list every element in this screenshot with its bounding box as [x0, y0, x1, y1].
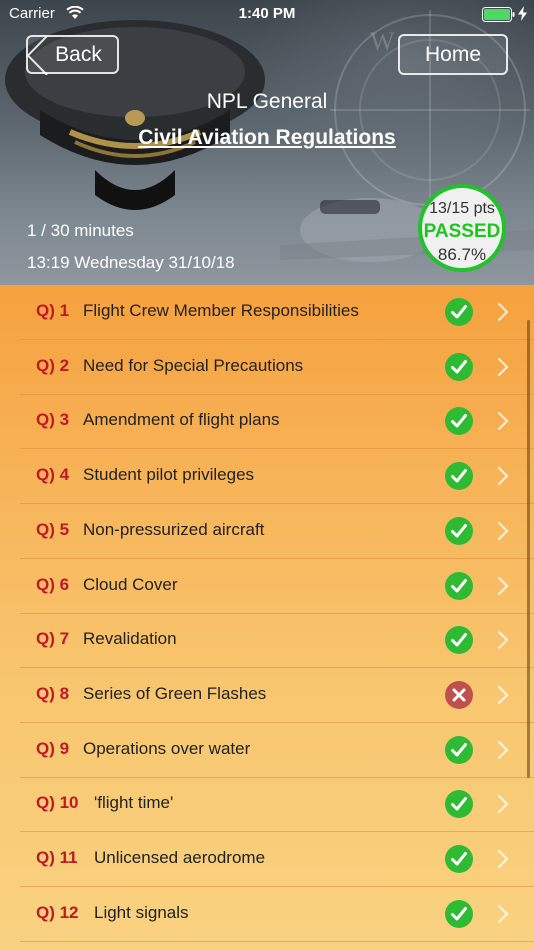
checkmark-icon: [445, 571, 473, 600]
time-info: 1 / 30 minutes: [27, 221, 134, 240]
question-text: Flight Crew Member Responsibilities: [83, 301, 359, 320]
question-number: Q) 6: [36, 574, 70, 594]
checkmark-icon: [445, 462, 473, 491]
question-text: Light signals: [94, 902, 189, 922]
question-text: Operations over water: [83, 738, 251, 758]
question-row[interactable]: Q) 11 Unlicensed aerodrome: [20, 832, 534, 887]
score-points: 13/15 pts: [429, 200, 495, 217]
question-row[interactable]: Q) 10 'flight time': [20, 777, 534, 833]
question-text: Revalidation: [83, 629, 177, 649]
chevron-right-icon: [497, 302, 509, 322]
chevron-right-icon: [497, 740, 509, 759]
question-row[interactable]: Q) 7 Revalidation: [20, 613, 534, 669]
chevron-right-icon: [497, 685, 509, 704]
question-text: Unlicensed aerodrome: [94, 848, 266, 867]
question-number: Q) 1: [36, 301, 70, 320]
checkmark-icon: [445, 626, 473, 655]
back-button-label: Back: [55, 42, 102, 66]
quiz-header: W Carrier 1:40 PM Back Home NPL General …: [0, 0, 534, 285]
cross-icon: [445, 680, 473, 709]
home-button[interactable]: Home: [398, 34, 508, 75]
bolt-icon: [518, 6, 527, 21]
question-number: Q) 10: [36, 793, 79, 813]
svg-text:W: W: [370, 27, 395, 56]
chevron-right-icon: [497, 412, 509, 431]
date-info: 13:19 Wednesday 31/10/18: [27, 253, 235, 272]
question-number: Q) 12: [36, 902, 79, 922]
chevron-right-icon: [497, 631, 509, 650]
question-row[interactable]: Q) 4 Student pilot privileges: [20, 449, 534, 505]
quiz-subtitle-link[interactable]: Civil Aviation Regulations: [0, 126, 534, 150]
question-number: Q) 2: [36, 355, 70, 375]
chevron-right-icon: [497, 904, 509, 923]
question-number: Q) 7: [36, 629, 70, 649]
scrollbar[interactable]: [527, 320, 530, 778]
question-row[interactable]: Q) 1 Flight Crew Member Responsibilities: [20, 285, 534, 340]
status-bar: Carrier 1:40 PM: [0, 0, 534, 28]
checkmark-icon: [445, 845, 473, 873]
question-text: Cloud Cover: [83, 574, 178, 594]
back-button[interactable]: Back: [26, 35, 119, 75]
question-number: Q) 4: [36, 465, 70, 485]
status-time: 1:40 PM: [238, 5, 296, 22]
score-badge: 13/15 pts PASSED 86.7%: [418, 184, 506, 272]
question-row[interactable]: Q) 6 Cloud Cover: [20, 559, 534, 614]
chevron-right-icon: [497, 466, 509, 486]
question-text: Amendment of flight plans: [83, 410, 280, 430]
question-text: Series of Green Flashes: [83, 683, 267, 703]
checkmark-icon: [445, 298, 473, 326]
question-number: Q) 8: [36, 683, 70, 703]
chevron-right-icon: [497, 849, 509, 869]
checkmark-icon: [445, 790, 473, 819]
score-status: PASSED: [423, 221, 501, 242]
home-button-label: Home: [424, 42, 482, 66]
chevron-right-icon: [497, 795, 509, 814]
question-text: Need for Special Precautions: [83, 355, 304, 375]
chevron-right-icon: [497, 357, 509, 376]
question-list[interactable]: Q) 1 Flight Crew Member Responsibilities Q…: [0, 285, 534, 950]
question-row[interactable]: Q) 5 Non-pressurized aircraft: [20, 504, 534, 559]
back-arrow-icon: [27, 36, 48, 75]
question-number: Q) 9: [36, 738, 70, 758]
quiz-title: NPL General: [206, 90, 328, 113]
question-number: Q) 5: [36, 519, 70, 539]
checkmark-icon: [445, 352, 473, 381]
question-number: Q) 11: [36, 848, 78, 867]
question-row[interactable]: Q) 12 Light signals: [20, 887, 534, 942]
checkmark-icon: [445, 407, 473, 436]
checkmark-icon: [445, 899, 473, 928]
chevron-right-icon: [497, 576, 509, 595]
checkmark-icon: [445, 516, 473, 545]
question-number: Q) 3: [36, 410, 70, 430]
question-row[interactable]: Q) 8 Series of Green Flashes: [20, 668, 534, 723]
question-text: Non-pressurized aircraft: [83, 519, 265, 539]
battery-icon: [482, 7, 515, 22]
question-row[interactable]: Q) 9 Operations over water: [20, 723, 534, 778]
chevron-right-icon: [497, 521, 509, 540]
question-text: 'flight time': [94, 793, 174, 813]
question-row[interactable]: Q) 2 Need for Special Precautions: [20, 340, 534, 395]
checkmark-icon: [445, 735, 473, 764]
question-row[interactable]: Q) 3 Amendment of flight plans: [20, 394, 534, 450]
score-percent: 86.7%: [437, 245, 487, 264]
question-text: Student pilot privileges: [83, 465, 255, 485]
